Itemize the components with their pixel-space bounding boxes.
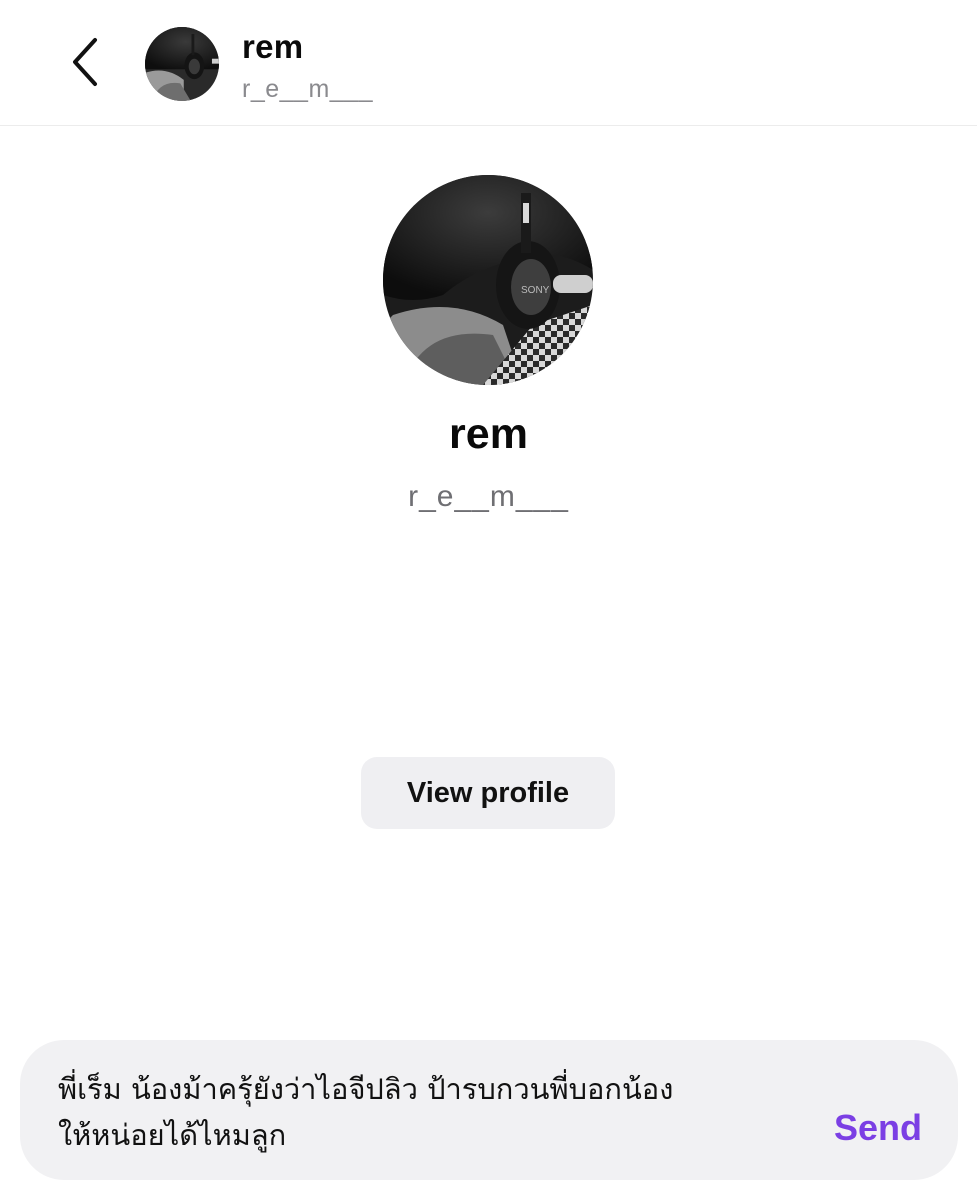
header-handle: r_e__m___ — [242, 75, 373, 103]
header-avatar[interactable] — [145, 27, 219, 101]
chat-header: rem r_e__m___ — [0, 0, 977, 126]
chevron-left-icon — [70, 37, 100, 92]
send-button[interactable]: Send — [834, 1106, 922, 1150]
message-input[interactable]: พี่เร็ม น้องม้าครุ้ยังว่าไอจีปลิว ป้ารบก… — [58, 1066, 818, 1158]
profile-avatar: SONY — [383, 175, 593, 385]
back-button[interactable] — [55, 30, 115, 98]
profile-handle: r_e__m___ — [408, 480, 569, 513]
svg-text:SONY: SONY — [521, 285, 550, 296]
view-profile-button[interactable]: View profile — [361, 757, 615, 829]
header-name: rem — [242, 28, 304, 65]
profile-name: rem — [449, 410, 528, 458]
message-composer[interactable]: พี่เร็ม น้องม้าครุ้ยังว่าไอจีปลิว ป้ารบก… — [20, 1040, 958, 1180]
